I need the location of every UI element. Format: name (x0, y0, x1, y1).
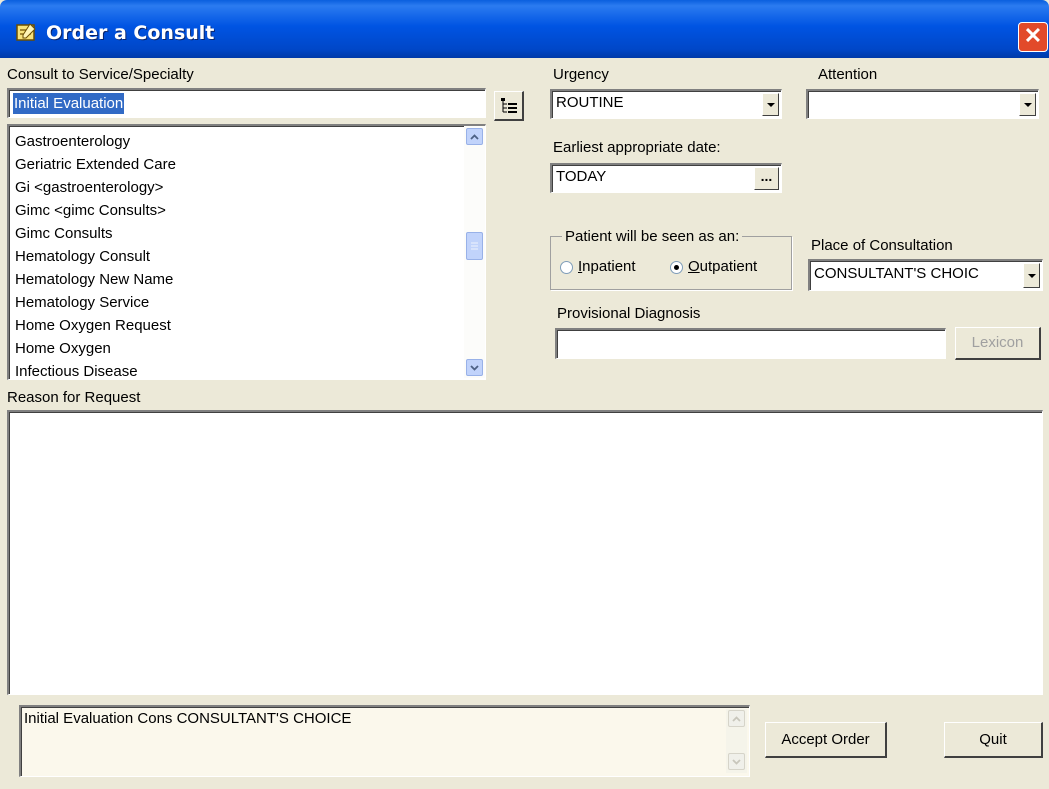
date-picker-button[interactable]: ... (754, 167, 779, 190)
list-item[interactable]: Gimc Consults (9, 222, 459, 245)
consult-service-label: Consult to Service/Specialty (7, 66, 194, 83)
list-item[interactable]: Hematology New Name (9, 268, 459, 291)
scroll-thumb[interactable] (466, 232, 483, 260)
earliest-date-input[interactable]: TODAY ... (550, 163, 782, 193)
summary-scroll-down-button[interactable] (728, 753, 745, 770)
list-item[interactable]: Hematology Consult (9, 245, 459, 268)
outpatient-accesskey: O (688, 258, 700, 275)
chevron-down-icon (1027, 273, 1036, 278)
list-item[interactable]: Infectious Disease (9, 360, 459, 379)
order-summary-text: Initial Evaluation Cons CONSULTANT'S CHO… (24, 710, 352, 727)
place-dropdown-button[interactable] (1023, 263, 1040, 288)
consult-list-items: Gastroenterology Geriatric Extended Care G… (9, 130, 459, 379)
consult-service-input[interactable]: Initial Evaluation (7, 88, 486, 118)
attention-label: Attention (818, 66, 878, 83)
consult-list-scrollbar[interactable] (464, 126, 485, 378)
place-of-consultation-label: Place of Consultation (811, 237, 953, 254)
chevron-down-icon (766, 102, 775, 107)
close-icon: ✕ (1023, 23, 1043, 48)
attention-dropdown-button[interactable] (1019, 93, 1036, 116)
scroll-down-button[interactable] (466, 359, 483, 376)
chevron-down-icon (732, 758, 741, 765)
reason-for-request-label: Reason for Request (7, 389, 141, 406)
list-item[interactable]: Home Oxygen (9, 337, 459, 360)
place-of-consultation-select[interactable]: CONSULTANT'S CHOIC (808, 259, 1043, 291)
list-item[interactable]: Geriatric Extended Care (9, 153, 459, 176)
grip-icon (471, 242, 478, 250)
chevron-up-icon (470, 133, 479, 140)
inpatient-radio[interactable] (560, 261, 573, 274)
earliest-date-value: TODAY (556, 168, 607, 185)
scroll-up-button[interactable] (466, 128, 483, 145)
list-item[interactable]: Gimc <gimc Consults> (9, 199, 459, 222)
urgency-dropdown-button[interactable] (762, 93, 779, 116)
summary-scrollbar[interactable] (726, 709, 747, 773)
outpatient-radio[interactable] (670, 261, 683, 274)
outpatient-label-rest: utpatient (699, 258, 758, 275)
inpatient-label-rest: npatient (582, 258, 636, 275)
ellipsis-icon: ... (760, 167, 773, 184)
place-of-consultation-value: CONSULTANT'S CHOIC (814, 265, 979, 282)
consult-service-list[interactable]: Gastroenterology Geriatric Extended Care G… (7, 124, 486, 380)
consult-service-value: Initial Evaluation (13, 93, 125, 114)
quit-button[interactable]: Quit (944, 722, 1043, 758)
provisional-diagnosis-label: Provisional Diagnosis (557, 305, 701, 322)
window-title: Order a Consult (46, 22, 215, 44)
tree-view-button[interactable] (494, 91, 524, 121)
tree-view-icon (501, 98, 517, 113)
radio-selected-dot (674, 265, 679, 270)
chevron-up-icon (732, 715, 741, 722)
chevron-down-icon (1023, 102, 1032, 107)
chevron-down-icon (470, 364, 479, 371)
urgency-label: Urgency (553, 66, 609, 83)
order-summary-box[interactable]: Initial Evaluation Cons CONSULTANT'S CHO… (19, 705, 750, 777)
notepad-icon (14, 23, 38, 43)
urgency-value: ROUTINE (556, 94, 624, 111)
accept-order-button[interactable]: Accept Order (765, 722, 887, 758)
list-item[interactable]: Hematology Service (9, 291, 459, 314)
attention-select[interactable] (806, 89, 1039, 119)
list-item[interactable]: Gi <gastroenterology> (9, 176, 459, 199)
outpatient-label[interactable]: Outpatient (688, 258, 757, 275)
list-item[interactable]: Gastroenterology (9, 130, 459, 153)
list-item[interactable]: Home Oxygen Request (9, 314, 459, 337)
provisional-diagnosis-input[interactable] (555, 328, 946, 359)
patient-type-label: Patient will be seen as an: (562, 228, 743, 245)
inpatient-label[interactable]: Inpatient (578, 258, 636, 275)
summary-scroll-up-button[interactable] (728, 710, 745, 727)
urgency-select[interactable]: ROUTINE (550, 89, 782, 119)
close-button[interactable]: ✕ (1018, 22, 1048, 52)
lexicon-button[interactable]: Lexicon (955, 327, 1041, 360)
earliest-date-label: Earliest appropriate date: (553, 139, 721, 156)
reason-for-request-textarea[interactable] (7, 410, 1043, 695)
